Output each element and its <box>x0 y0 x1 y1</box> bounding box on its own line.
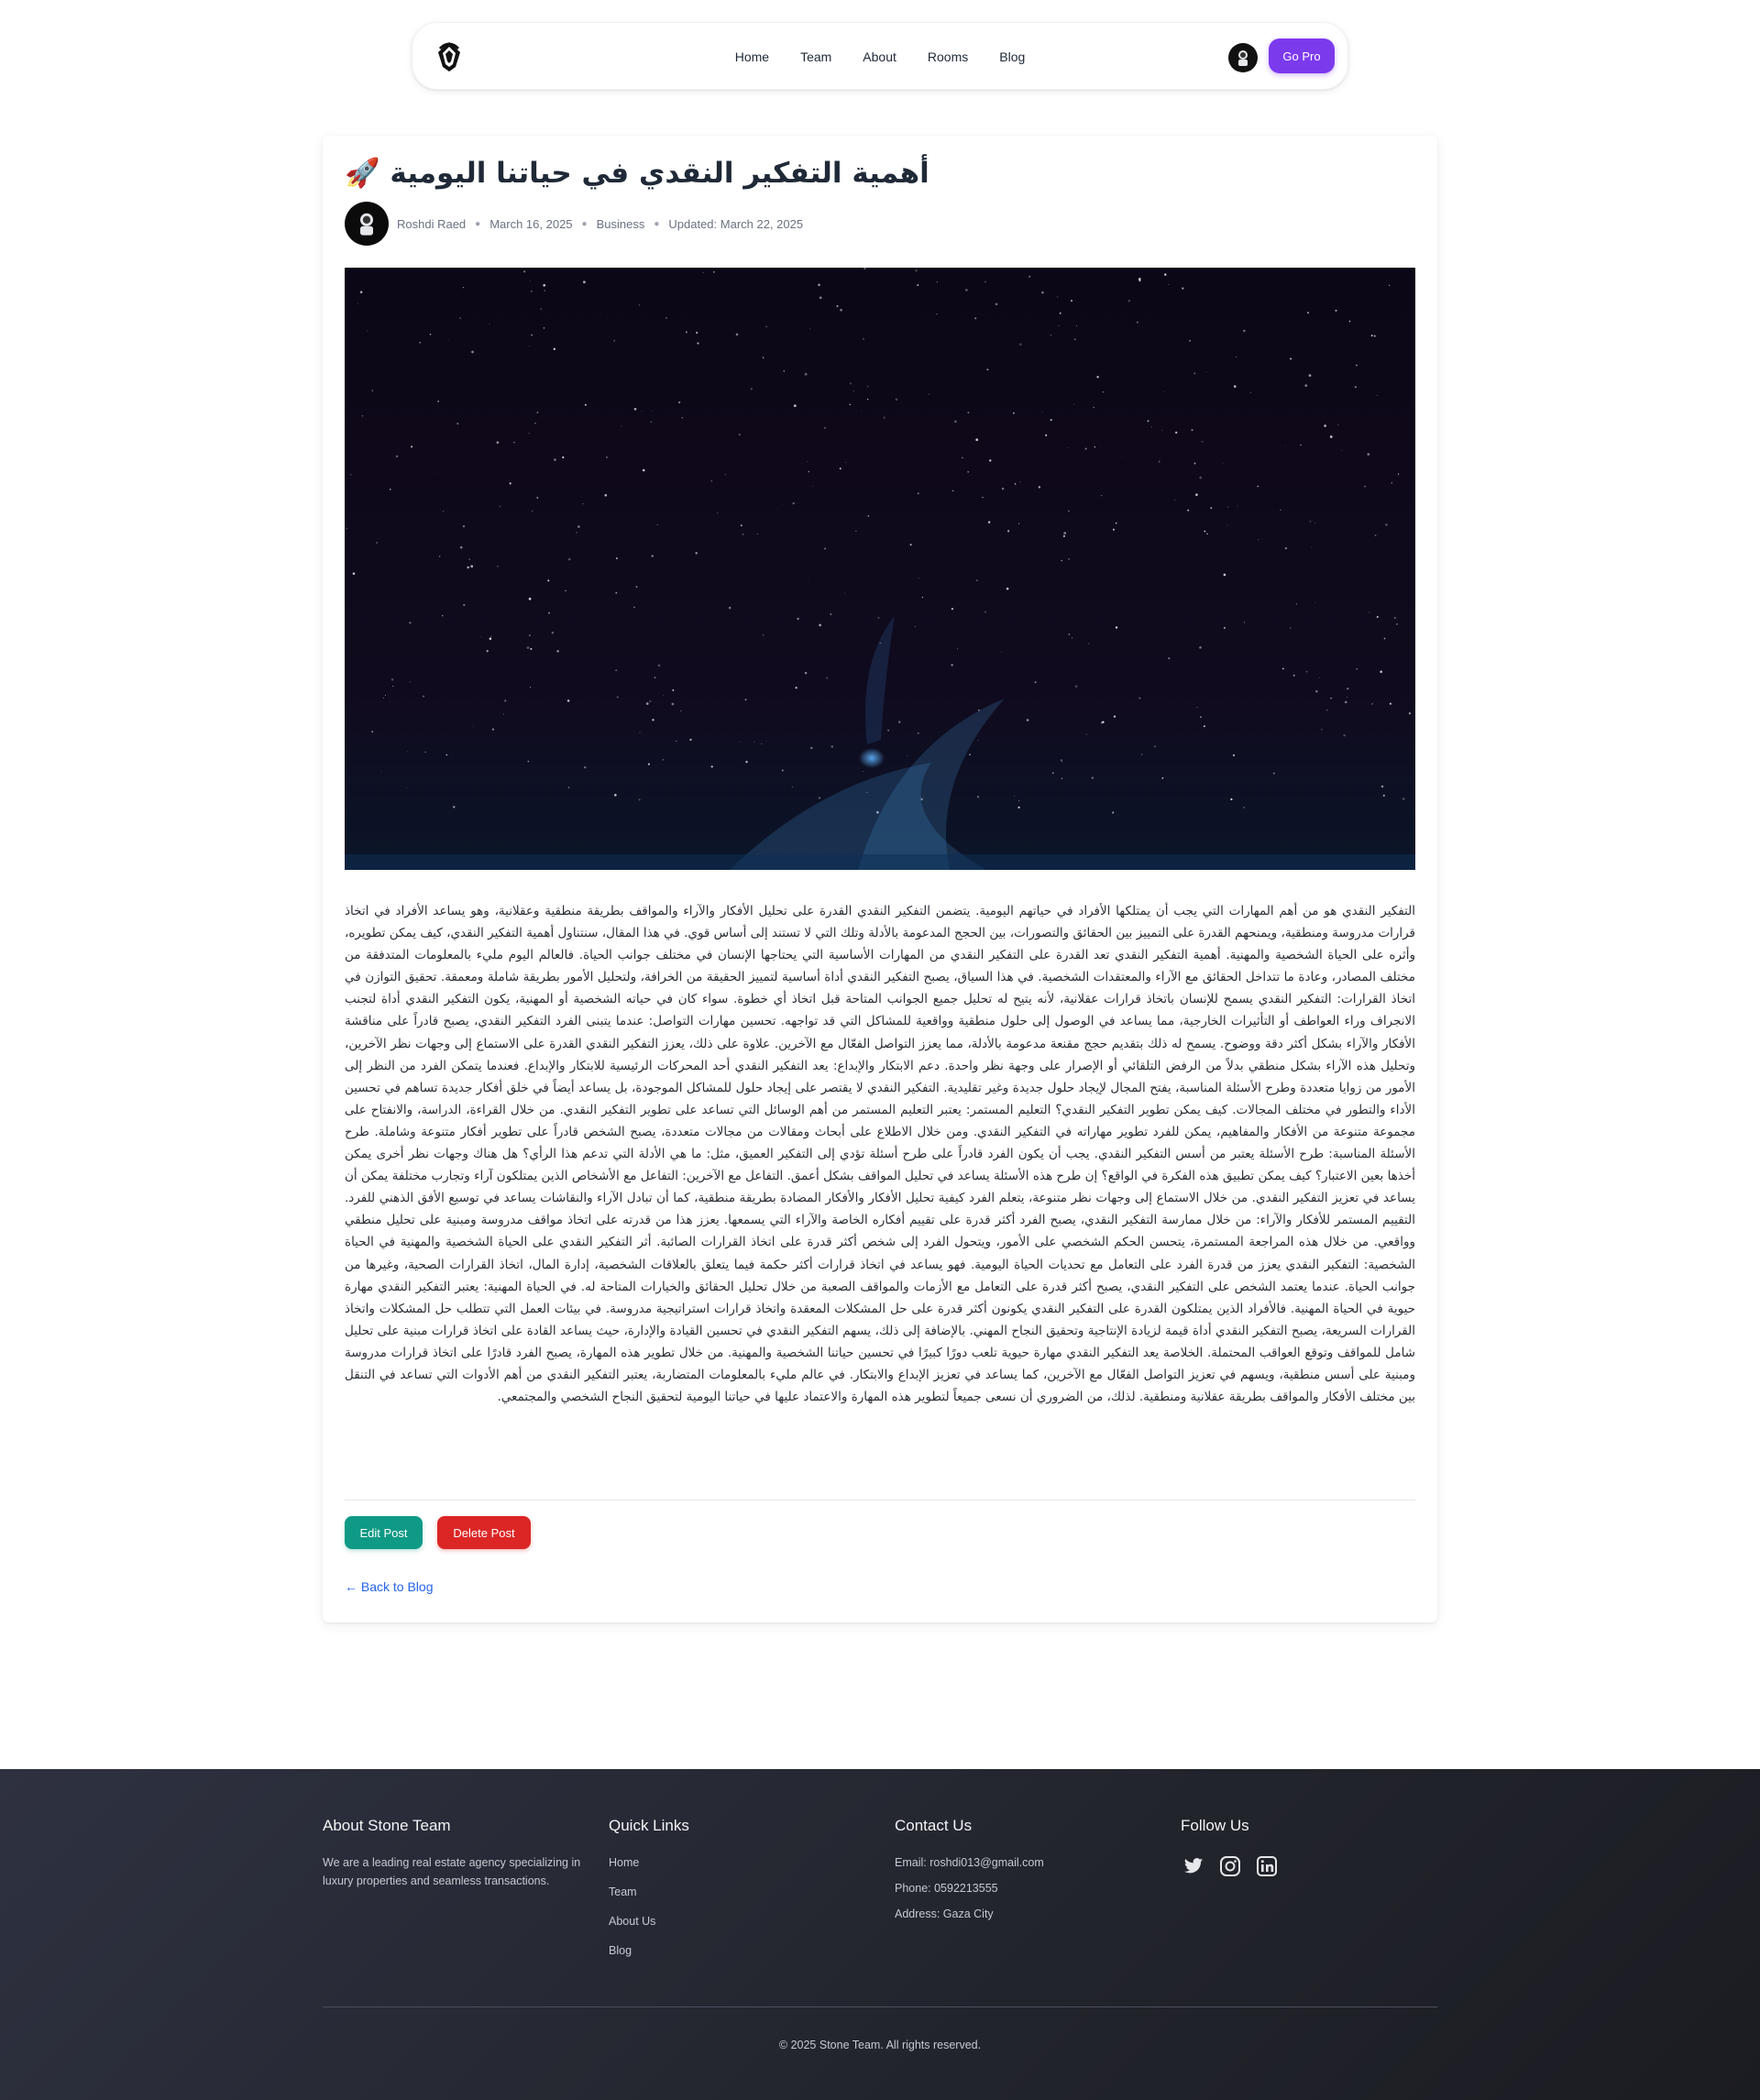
post-body: التفكير النقدي هو من أهم المهارات التي ي… <box>345 904 1415 1405</box>
footer-contact: Contact Us Email: roshdi013@gmail.com Ph… <box>895 1817 1133 1930</box>
footer-follow: Follow Us <box>1181 1817 1419 1879</box>
twitter-icon[interactable] <box>1181 1853 1206 1879</box>
nav-link-team[interactable]: Team <box>785 23 847 91</box>
footer-about-title: About Stone Team <box>323 1817 451 1834</box>
footer-link-team[interactable]: Team <box>609 1886 637 1898</box>
social-links <box>1181 1853 1419 1879</box>
meta-separator: ● <box>475 218 481 229</box>
edit-post-button[interactable]: Edit Post <box>345 1516 423 1549</box>
nav-link-blog[interactable]: Blog <box>984 23 1040 91</box>
post-category[interactable]: Business <box>597 217 645 231</box>
go-pro-button[interactable]: Go Pro <box>1269 38 1335 73</box>
footer-quick-links: Quick Links Home Team About Us Blog <box>609 1817 838 1971</box>
post-meta: Roshdi Raed ● March 16, 2025 ● Business … <box>345 202 803 246</box>
top-navbar: Home Team About Rooms Blog Go Pro <box>412 22 1348 90</box>
author-avatar[interactable] <box>345 202 389 246</box>
footer-link-home[interactable]: Home <box>609 1856 639 1869</box>
post-title: أهمية التفكير النقدي في حياتنا اليومية 🚀 <box>345 157 930 190</box>
nav-link-home[interactable]: Home <box>720 23 785 91</box>
instagram-icon[interactable] <box>1217 1853 1243 1879</box>
divider <box>345 1500 1415 1501</box>
meta-separator: ● <box>654 218 660 229</box>
footer-link-about[interactable]: About Us <box>609 1915 655 1928</box>
nav-links: Home Team About Rooms Blog <box>412 23 1348 91</box>
meta-separator: ● <box>581 218 588 229</box>
delete-post-button[interactable]: Delete Post <box>437 1516 531 1549</box>
nav-link-rooms[interactable]: Rooms <box>912 23 984 91</box>
footer-contact-title: Contact Us <box>895 1817 973 1834</box>
footer-about: About Stone Team We are a leading real e… <box>323 1817 588 1890</box>
post-updated: Updated: March 22, 2025 <box>668 216 804 231</box>
post-author[interactable]: Roshdi Raed <box>397 217 466 231</box>
starfield-space-image <box>345 268 1415 870</box>
gem-logo-icon[interactable] <box>433 39 466 74</box>
post-card: أهمية التفكير النقدي في حياتنا اليومية 🚀… <box>323 136 1437 1622</box>
footer-phone: Phone: 0592213555 <box>895 1882 998 1895</box>
footer-links-title: Quick Links <box>609 1817 689 1834</box>
site-footer: About Stone Team We are a leading real e… <box>0 1769 1760 2100</box>
footer-address: Address: Gaza City <box>895 1908 994 1920</box>
back-to-blog-link[interactable]: ← Back to Blog <box>345 1579 434 1594</box>
footer-email: Email: roshdi013@gmail.com <box>895 1856 1044 1869</box>
post-date: March 16, 2025 <box>490 216 573 231</box>
footer-link-blog[interactable]: Blog <box>609 1944 632 1957</box>
nav-link-about[interactable]: About <box>847 23 912 91</box>
footer-follow-title: Follow Us <box>1181 1817 1249 1834</box>
copyright-text: © 2025 Stone Team. All rights reserved. <box>778 2039 982 2051</box>
footer-about-text: We are a leading real estate agency spec… <box>323 1856 581 1887</box>
linkedin-icon[interactable] <box>1254 1853 1280 1879</box>
astronaut-avatar-icon[interactable] <box>1228 43 1258 72</box>
